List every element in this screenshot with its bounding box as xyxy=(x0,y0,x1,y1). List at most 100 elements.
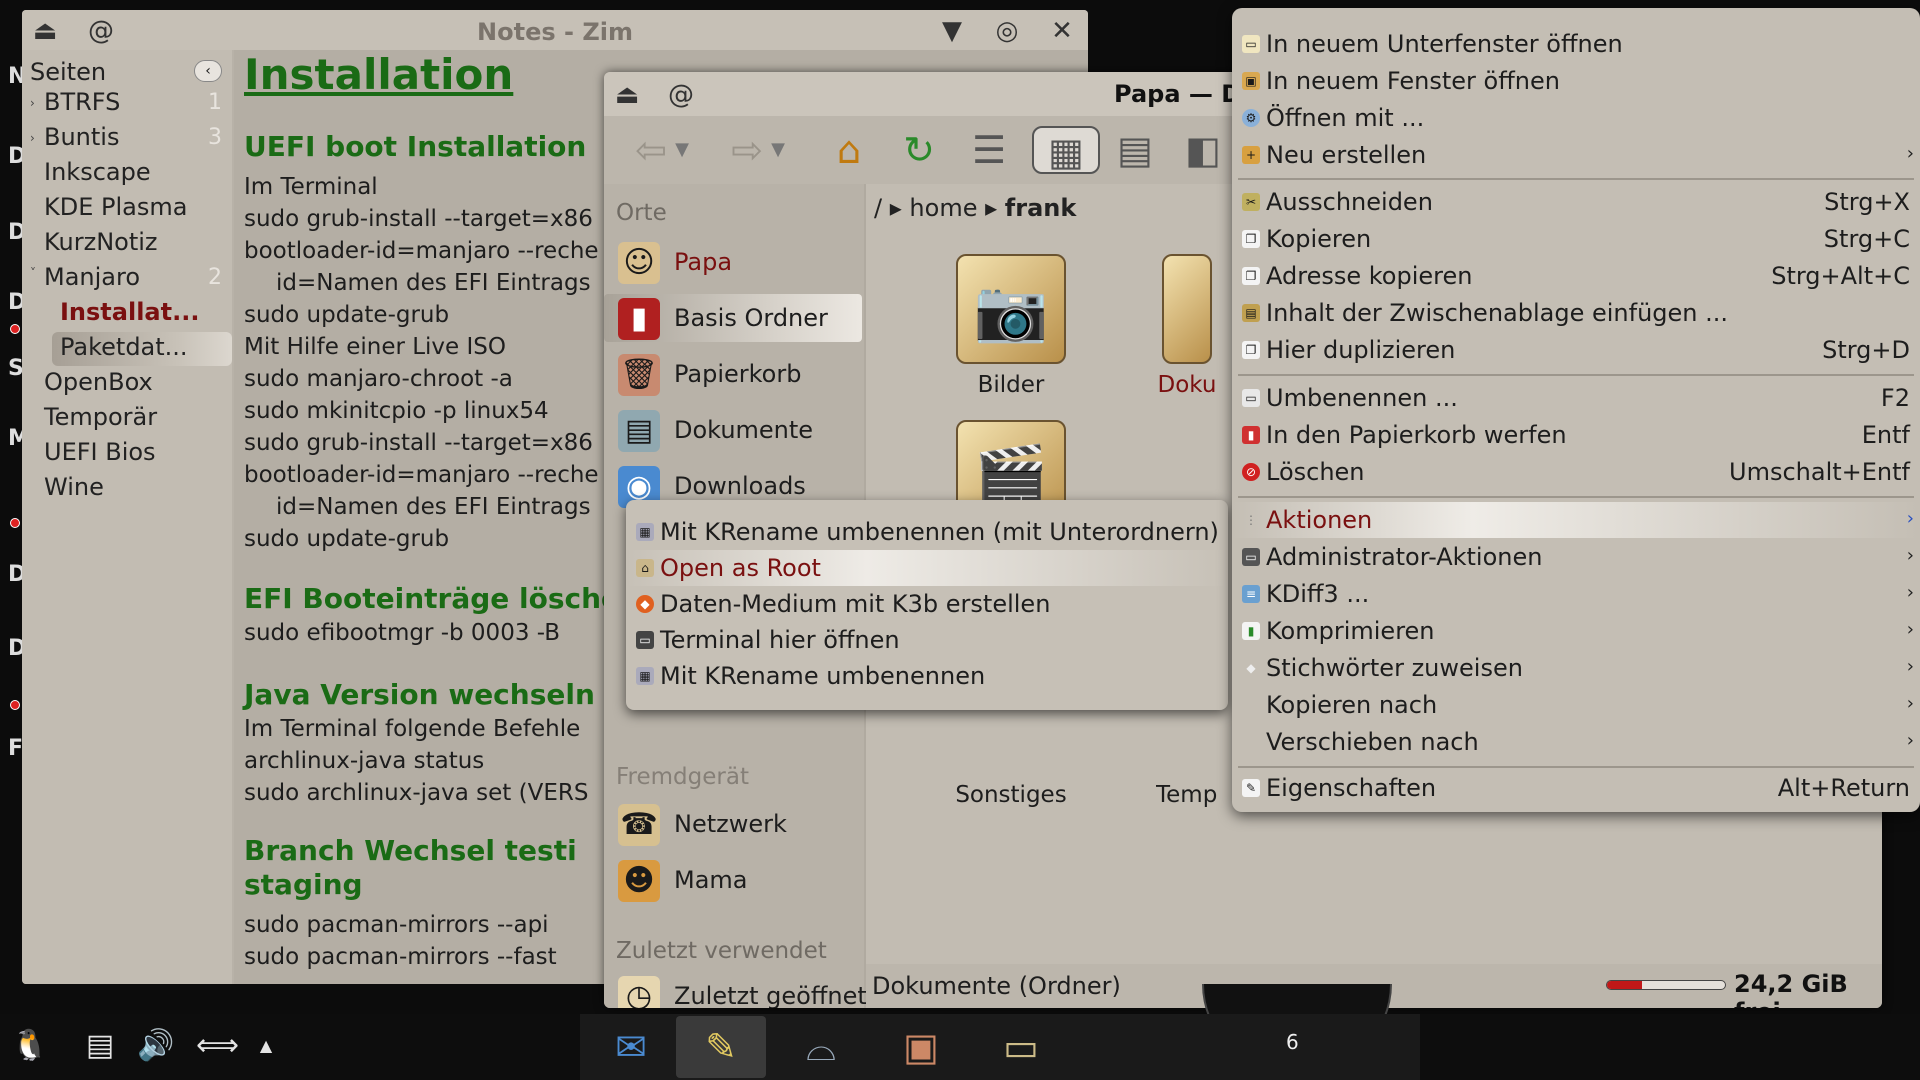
chevron-down-icon[interactable]: ▼ xyxy=(670,126,694,174)
rename-icon: ▦ xyxy=(636,523,654,541)
page-kurznotiz[interactable]: KurzNotiz xyxy=(44,228,158,256)
menu-item-terminal[interactable]: ▭ Terminal hier öffnen xyxy=(626,622,1228,658)
page-btrfs[interactable]: BTRFS xyxy=(44,88,120,116)
place-dokumente[interactable]: ▤ Dokumente xyxy=(604,406,862,458)
task-thunderbird[interactable]: ✉ xyxy=(586,1016,676,1078)
menu-item-shortcut: Strg+Alt+C xyxy=(1771,262,1910,290)
menu-item-move-to-trash[interactable]: ▮ In den Papierkorb werfen Entf xyxy=(1232,417,1920,453)
page-openbox[interactable]: OpenBox xyxy=(44,368,153,396)
view-details-icon[interactable]: ▤ xyxy=(1110,126,1160,174)
breadcrumb-user[interactable]: frank xyxy=(1005,194,1077,222)
back-arrow-icon[interactable]: ⇦ xyxy=(626,126,676,174)
place-basis-ordner[interactable]: ▮ Basis Ordner xyxy=(604,294,862,346)
chevron-left-icon[interactable]: ‹ xyxy=(194,60,222,82)
copy-icon: ❐ xyxy=(1242,230,1260,248)
context-menu: ▭ In neuem Unterfenster öffnen ▣ In neue… xyxy=(1232,8,1920,812)
breadcrumb-root[interactable]: / xyxy=(874,194,882,222)
recent-header: Zuletzt verwendet xyxy=(616,938,827,964)
place-label: Zuletzt geöffnet xyxy=(674,982,867,1008)
home-icon[interactable]: ⌂ xyxy=(824,126,874,174)
view-icons-icon[interactable]: ▦ xyxy=(1032,126,1100,174)
menu-item-actions[interactable]: ⋮ Aktionen › xyxy=(1232,502,1920,538)
menu-item-paste[interactable]: ▤ Inhalt der Zwischenablage einfügen ... xyxy=(1232,295,1920,331)
clipboard-icon[interactable]: ▤ xyxy=(80,1026,120,1066)
task-tv[interactable]: ▭ xyxy=(976,1016,1066,1078)
file-label: TempM xyxy=(1156,782,1218,808)
menu-item-compress[interactable]: ▮ Komprimieren › xyxy=(1232,613,1920,649)
menu-item-rename[interactable]: ▭ Umbenennen ... F2 xyxy=(1232,380,1920,416)
breadcrumb-home[interactable]: home xyxy=(909,194,977,222)
menu-item-cut[interactable]: ✂ Ausschneiden Strg+X xyxy=(1232,184,1920,220)
chevron-right-icon: › xyxy=(1906,619,1914,640)
menu-item-open-window[interactable]: ▣ In neuem Fenster öffnen xyxy=(1232,63,1920,99)
menu-item-delete[interactable]: ⊘ Löschen Umschalt+Entf xyxy=(1232,454,1920,490)
chevron-down-icon[interactable]: ▼ xyxy=(766,126,790,174)
menu-item-label: Administrator-Aktionen xyxy=(1266,543,1543,571)
page-temporar[interactable]: Temporär xyxy=(44,403,157,431)
volume-icon[interactable]: 🔊 xyxy=(136,1026,176,1066)
task-notes[interactable]: ✎ xyxy=(676,1016,766,1078)
page-manjaro[interactable]: Manjaro xyxy=(44,263,140,291)
breadcrumb[interactable]: / ▸ home ▸ frank xyxy=(874,194,1076,222)
page-installation[interactable]: Installat... xyxy=(60,298,199,326)
menu-item-label: Adresse kopieren xyxy=(1266,262,1473,290)
menu-item-duplicate[interactable]: ❐ Hier duplizieren Strg+D xyxy=(1232,332,1920,368)
menu-item-properties[interactable]: ✎ Eigenschaften Alt+Return xyxy=(1232,770,1920,806)
page-wine[interactable]: Wine xyxy=(44,473,104,501)
menu-item-label: Kopieren nach xyxy=(1266,691,1438,719)
expand-arrow-icon[interactable]: › xyxy=(30,96,35,110)
place-mama[interactable]: ☻ Mama xyxy=(604,856,862,908)
menu-item-label: Mit KRename umbenennen (mit Unterordnern… xyxy=(660,518,1219,546)
maximize-icon[interactable]: ◎ xyxy=(992,16,1022,46)
page-kde-plasma[interactable]: KDE Plasma xyxy=(44,193,187,221)
eject-icon[interactable]: ⏏ xyxy=(612,80,642,110)
flame-icon: ◆ xyxy=(636,595,654,613)
place-zuletzt-geoeffnet[interactable]: ◷ Zuletzt geöffnet xyxy=(604,972,867,1008)
place-papa[interactable]: ☺ Papa xyxy=(604,238,862,290)
menu-item-open-with[interactable]: ⚙ Öffnen mit ... xyxy=(1232,100,1920,136)
reload-icon[interactable]: ↻ xyxy=(894,126,944,174)
menu-item-k3b[interactable]: ◆ Daten-Medium mit K3b erstellen xyxy=(626,586,1228,622)
network-icon[interactable]: ⟺ xyxy=(196,1026,239,1066)
folder-sonstiges[interactable]: Sonstiges xyxy=(946,774,1076,808)
menu-item-move-to[interactable]: Verschieben nach › xyxy=(1232,724,1920,760)
place-papierkorb[interactable]: 🗑 Papierkorb xyxy=(604,350,862,402)
task-camera[interactable]: ▣ xyxy=(876,1016,966,1078)
file-label: Bilder xyxy=(977,372,1045,398)
task-files[interactable]: ⌓ xyxy=(776,1016,866,1078)
tux-icon[interactable]: 🐧 xyxy=(10,1026,50,1066)
close-icon[interactable]: ✕ xyxy=(1047,16,1077,46)
spiral-icon[interactable]: @ xyxy=(666,80,696,110)
expand-arrow-icon[interactable]: › xyxy=(30,131,35,145)
collapse-arrow-icon[interactable]: ˅ xyxy=(30,266,36,280)
place-netzwerk[interactable]: ☎ Netzwerk xyxy=(604,800,862,852)
page-inkscape[interactable]: Inkscape xyxy=(44,158,151,186)
menu-item-shortcut: Strg+C xyxy=(1823,225,1910,253)
page-buntis[interactable]: Buntis xyxy=(44,123,119,151)
menu-item-create-new[interactable]: + Neu erstellen › xyxy=(1232,137,1920,173)
folder-dokumente[interactable]: Doku xyxy=(1156,254,1218,398)
menu-item-krename[interactable]: ▦ Mit KRename umbenennen xyxy=(626,658,1228,694)
minimize-icon[interactable]: ▼ xyxy=(937,16,967,46)
forward-arrow-icon[interactable]: ⇨ xyxy=(722,126,772,174)
folder-bilder[interactable]: 📷 Bilder xyxy=(946,254,1076,398)
menu-item-krename-recursive[interactable]: ▦ Mit KRename umbenennen (mit Unterordne… xyxy=(626,514,1228,550)
menu-item-copy-address[interactable]: ❐ Adresse kopieren Strg+Alt+C xyxy=(1232,258,1920,294)
menu-item-admin-actions[interactable]: ▭ Administrator-Aktionen › xyxy=(1232,539,1920,575)
folder-tempm[interactable]: TempM xyxy=(1156,774,1218,808)
page-paketdat[interactable]: Paketdat... xyxy=(60,333,188,361)
zim-titlebar[interactable]: ⏏ @ Notes - Zim ▼ ◎ ✕ xyxy=(22,10,1088,50)
menu-item-open-as-root[interactable]: ⌂ Open as Root xyxy=(626,550,1228,586)
chevron-up-icon[interactable]: ▲ xyxy=(246,1026,286,1066)
menu-item-copy[interactable]: ❐ Kopieren Strg+C xyxy=(1232,221,1920,257)
page-uefi-bios[interactable]: UEFI Bios xyxy=(44,438,156,466)
menu-item-kdiff3[interactable]: ≡ KDiff3 ... › xyxy=(1232,576,1920,612)
heading-uefi: UEFI boot Installation xyxy=(244,130,587,163)
view-list-icon[interactable]: ☰ xyxy=(964,126,1014,174)
menu-item-copy-to[interactable]: Kopieren nach › xyxy=(1232,687,1920,723)
menu-item-tags[interactable]: ◆ Stichwörter zuweisen › xyxy=(1232,650,1920,686)
chevron-right-icon: ▸ xyxy=(985,194,1005,222)
split-view-icon[interactable]: ◧ xyxy=(1178,126,1228,174)
place-label: Papierkorb xyxy=(674,360,802,388)
menu-item-open-tab[interactable]: ▭ In neuem Unterfenster öffnen xyxy=(1232,26,1920,62)
